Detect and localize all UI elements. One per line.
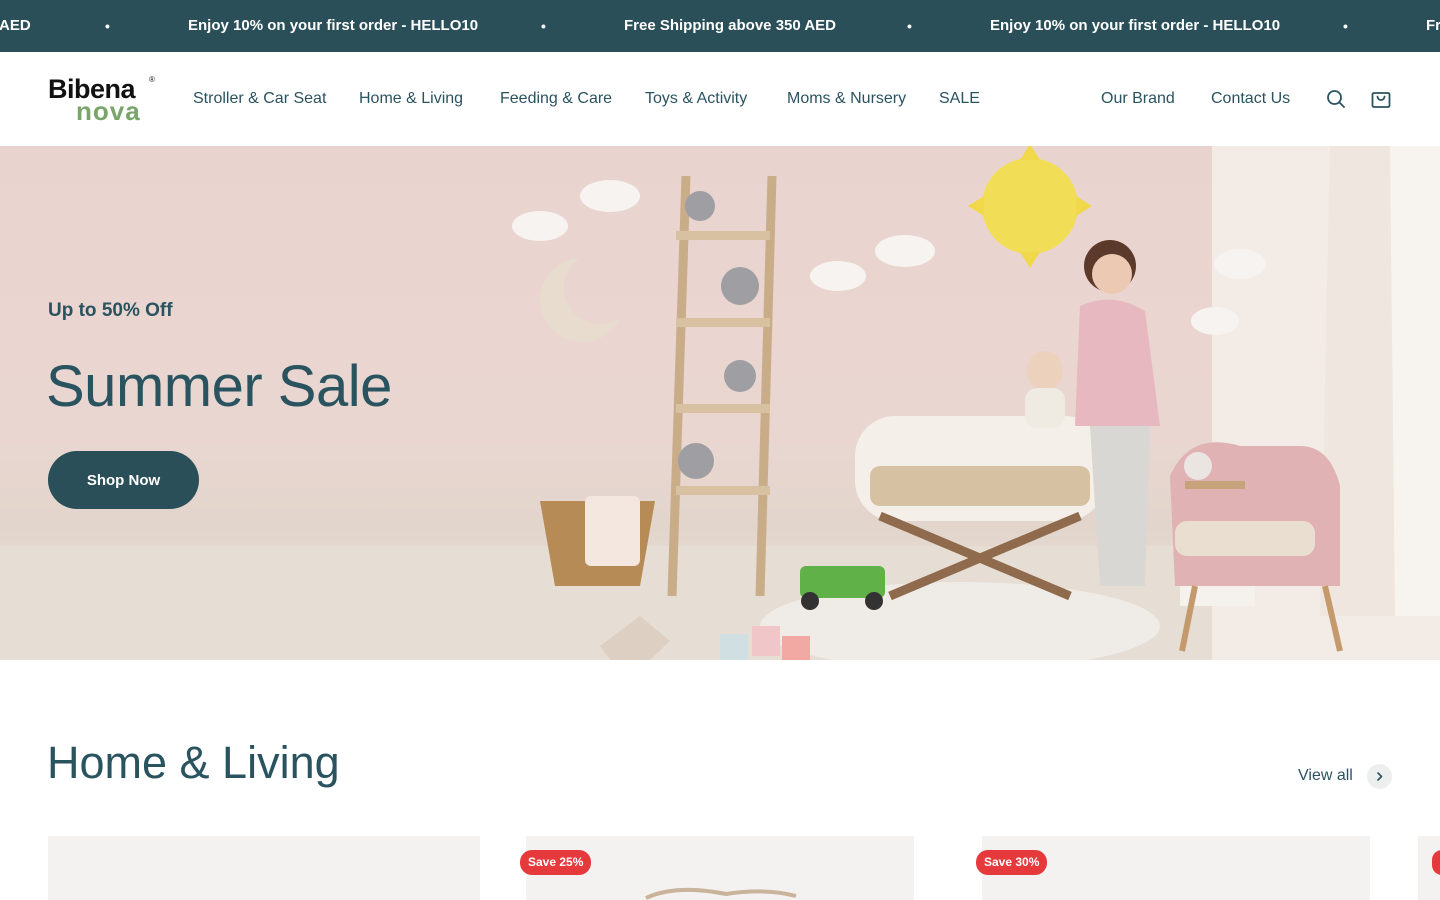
nav-item-our-brand[interactable]: Our Brand xyxy=(1101,90,1175,108)
brand-logo[interactable]: Bibena ® nova xyxy=(48,74,158,126)
announcement-message[interactable]: Enjoy 10% on your first order - HELLO10 xyxy=(188,17,478,35)
chevron-right-icon xyxy=(1377,772,1383,781)
hero-title: Summer Sale xyxy=(46,354,392,419)
sale-badge: Save 25% xyxy=(520,850,592,875)
announcement-separator: • xyxy=(907,18,912,34)
nav-item-contact-us[interactable]: Contact Us xyxy=(1211,90,1290,108)
product-card[interactable] xyxy=(48,836,480,900)
announcement-separator: • xyxy=(1343,18,1348,34)
search-icon[interactable] xyxy=(1325,88,1347,110)
logo-wordmark-bottom: nova xyxy=(76,96,141,126)
nav-item-feeding-care[interactable]: Feeding & Care xyxy=(500,90,612,108)
sale-badge: Save 30% xyxy=(976,850,1048,875)
hero-banner: Up to 50% Off Summer Sale Shop Now xyxy=(0,146,1440,660)
nav-item-moms-nursery[interactable]: Moms & Nursery xyxy=(787,90,906,108)
announcement-separator: • xyxy=(541,18,546,34)
logo-registered-mark: ® xyxy=(149,75,155,84)
nav-item-sale[interactable]: SALE xyxy=(939,90,980,108)
announcement-separator: • xyxy=(105,18,110,34)
nav-item-home-living[interactable]: Home & Living xyxy=(359,90,463,108)
nav-item-stroller-car-seat[interactable]: Stroller & Car Seat xyxy=(193,90,326,108)
section-title: Home & Living xyxy=(47,737,340,788)
hero-subtitle: Up to 50% Off xyxy=(48,300,173,321)
view-all-button[interactable] xyxy=(1367,764,1392,789)
view-all-link[interactable]: View all xyxy=(1298,766,1353,786)
nav-item-toys-activity[interactable]: Toys & Activity xyxy=(645,90,747,108)
site-header: Bibena ® nova Stroller & Car Seat Home &… xyxy=(0,52,1440,146)
announcement-message[interactable]: Enjoy 10% on your first order - HELLO10 xyxy=(990,17,1280,35)
announcement-fragment-right: Fr xyxy=(1426,17,1440,34)
shop-now-button[interactable]: Shop Now xyxy=(48,451,199,509)
cart-icon[interactable] xyxy=(1370,88,1392,110)
announcement-fragment-left: AED xyxy=(0,17,31,34)
announcement-bar: AED • Enjoy 10% on your first order - HE… xyxy=(0,0,1440,52)
announcement-message[interactable]: Free Shipping above 350 AED xyxy=(624,17,836,35)
